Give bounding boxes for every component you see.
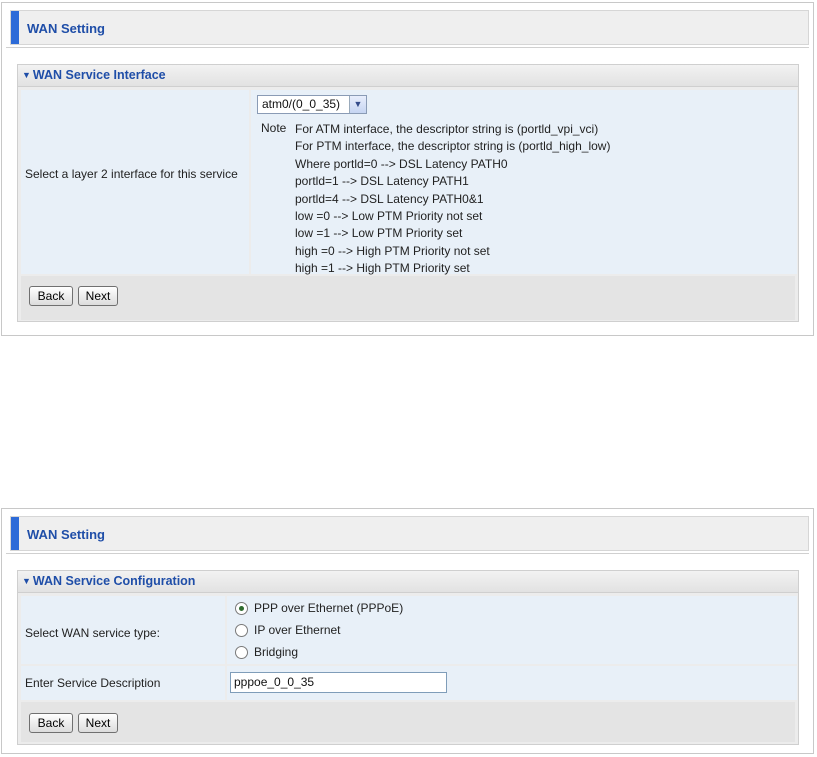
service-description-label: Enter Service Description (21, 666, 225, 700)
radio-option-ipoe[interactable]: IP over Ethernet (235, 623, 341, 637)
panel-title: ▼ WAN Service Interface (18, 65, 798, 87)
service-description-input[interactable]: pppoe_0_0_35 (230, 672, 447, 693)
radio-option-pppoe[interactable]: PPP over Ethernet (PPPoE) (235, 601, 403, 615)
divider (6, 553, 809, 554)
note-line: For ATM interface, the descriptor string… (295, 122, 599, 136)
panel-title: ▼ WAN Service Configuration (18, 571, 798, 593)
layer2-interface-label: Select a layer 2 interface for this serv… (21, 90, 249, 274)
button-row: Back Next (21, 276, 795, 320)
header-accent-bar (11, 11, 19, 44)
panel-title-text: WAN Service Configuration (32, 574, 196, 588)
note-line: low =0 --> Low PTM Priority not set (295, 209, 483, 224)
button-row: Back Next (21, 702, 795, 742)
note-line: high =0 --> High PTM Priority not set (295, 243, 490, 258)
radio-label: PPP over Ethernet (PPPoE) (254, 601, 404, 615)
wan-service-configuration-panel: ▼ WAN Service Configuration Select WAN se… (17, 570, 799, 745)
collapse-triangle-icon[interactable]: ▼ (22, 70, 31, 80)
page-header: WAN Setting (10, 516, 809, 551)
divider (6, 47, 809, 48)
service-type-options: PPP over Ethernet (PPPoE) IP over Ethern… (227, 596, 797, 664)
radio-option-bridging[interactable]: Bridging (235, 645, 298, 659)
collapse-triangle-icon[interactable]: ▼ (22, 576, 31, 586)
wan-interface-screen: WAN Setting ▼ WAN Service Interface Selec… (1, 2, 814, 336)
wan-service-interface-panel: ▼ WAN Service Interface Select a layer 2 … (17, 64, 799, 322)
chevron-down-icon[interactable]: ▼ (349, 96, 366, 113)
note-line: low =1 --> Low PTM Priority set (295, 226, 463, 241)
note-line: portld=1 --> DSL Latency PATH1 (295, 174, 469, 189)
service-description-cell: pppoe_0_0_35 (227, 666, 797, 700)
radio-unselected-icon[interactable] (235, 623, 248, 637)
page-header: WAN Setting (10, 10, 809, 45)
next-button[interactable]: Next (78, 713, 118, 733)
radio-label: IP over Ethernet (254, 623, 341, 637)
back-button[interactable]: Back (29, 286, 73, 306)
radio-label: Bridging (254, 645, 299, 659)
note-line: For PTM interface, the descriptor string… (295, 139, 611, 154)
note-text: For ATM interface, the descriptor string… (295, 121, 610, 278)
service-type-label: Select WAN service type: (21, 596, 225, 664)
back-button[interactable]: Back (29, 713, 73, 733)
wan-configuration-screen: WAN Setting ▼ WAN Service Configuration S… (1, 508, 814, 754)
layer2-interface-cell: atm0/(0_0_35) ▼ Note For ATM interface, … (251, 90, 797, 275)
next-button[interactable]: Next (78, 286, 118, 306)
panel-title-text: WAN Service Interface (32, 68, 166, 82)
note-line: portld=4 --> DSL Latency PATH0&1 (295, 191, 484, 206)
header-accent-bar (11, 517, 19, 550)
note-line: Where portld=0 --> DSL Latency PATH0 (295, 156, 508, 171)
page-title: WAN Setting (27, 527, 105, 542)
radio-unselected-icon[interactable] (235, 645, 248, 659)
page-title: WAN Setting (27, 21, 105, 36)
interface-select-value: atm0/(0_0_35) (262, 97, 341, 111)
note-label: Note (261, 121, 287, 135)
radio-selected-icon[interactable] (235, 601, 248, 615)
interface-select[interactable]: atm0/(0_0_35) ▼ (257, 95, 367, 114)
